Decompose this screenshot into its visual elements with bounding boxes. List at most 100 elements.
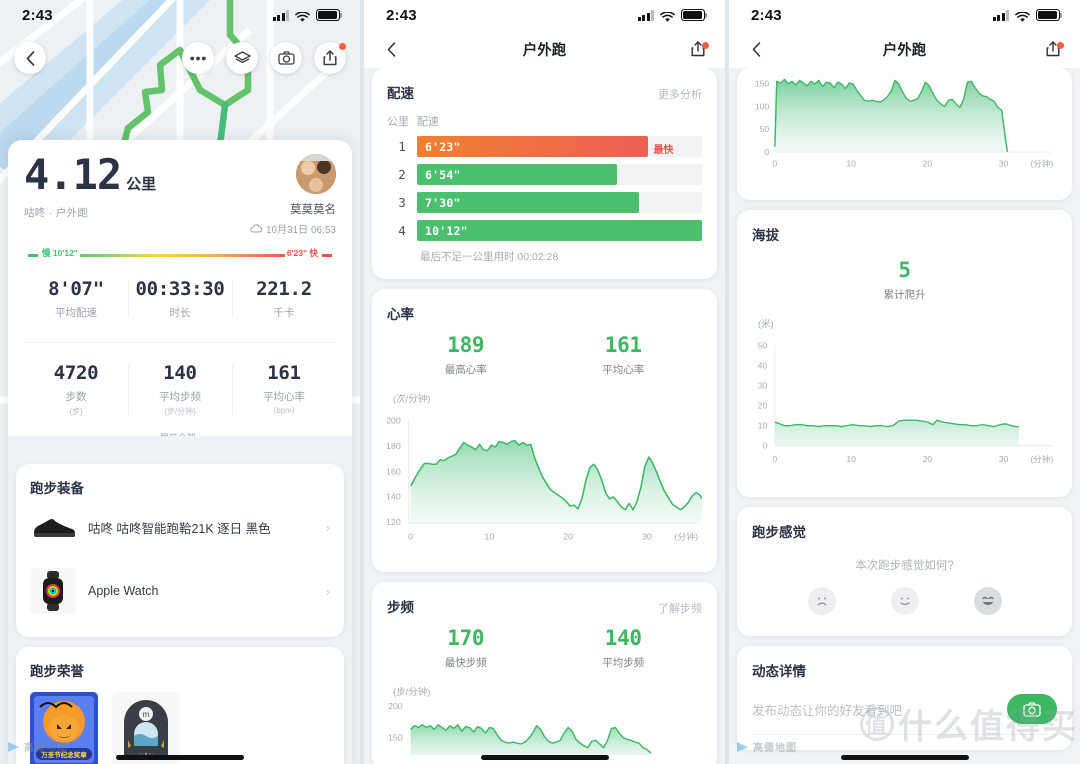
svg-text:20: 20 bbox=[923, 454, 933, 464]
pace-bar-fill: 6'54" bbox=[417, 164, 617, 185]
post-input-row[interactable]: 发布动态让你的好友看到吧 bbox=[752, 694, 1057, 735]
run-source: 咕咚 · 户外跑 bbox=[24, 207, 89, 219]
cadence-card-title: 步频 bbox=[387, 600, 414, 615]
svg-text:10: 10 bbox=[846, 454, 856, 464]
cadence-chart-svg-full: 150 100 50 0 0 10 20 30 (分钟) bbox=[755, 78, 1053, 169]
pace-row: 1 6'23" 最快 bbox=[387, 136, 702, 157]
svg-text:20: 20 bbox=[563, 532, 573, 542]
svg-text:20: 20 bbox=[923, 159, 933, 169]
svg-text:0: 0 bbox=[772, 159, 777, 169]
altitude-y-unit: (米) bbox=[758, 319, 774, 330]
cellular-signal-icon bbox=[637, 9, 654, 21]
camera-button[interactable] bbox=[1007, 694, 1057, 724]
cadence-x-unit: (分钟) bbox=[1030, 159, 1053, 169]
altitude-chart-svg: 50 40 30 20 10 0 0 10 20 30 (分钟) bbox=[758, 341, 1054, 464]
hr-avg: 161 平均心率 bbox=[602, 333, 645, 376]
pace-bar-track: 10'12" bbox=[417, 220, 702, 241]
distance-block: 4.12 公里 bbox=[24, 154, 156, 196]
map-layers-icon[interactable] bbox=[226, 42, 258, 74]
status-time: 2:43 bbox=[386, 6, 417, 24]
share-button[interactable] bbox=[314, 42, 346, 74]
svg-text:50: 50 bbox=[758, 341, 768, 351]
pace-note: 最后不足一公里用时 00:02:28 bbox=[420, 251, 559, 263]
home-indicator[interactable] bbox=[116, 755, 244, 760]
svg-text:0: 0 bbox=[772, 454, 777, 464]
svg-text:160: 160 bbox=[387, 467, 401, 477]
chevron-right-icon: › bbox=[325, 519, 330, 535]
svg-text:(分钟): (分钟) bbox=[674, 532, 698, 542]
pace-card: 配速 更多分析 公里 配速 1 6'23" 最快 2 6'54" 3 7'30"… bbox=[372, 68, 717, 279]
share-button[interactable] bbox=[687, 41, 709, 57]
metrics-scroll-right[interactable]: 150 100 50 0 0 10 20 30 (分钟) 海拔 5 累计爬升 (… bbox=[729, 68, 1080, 764]
halloween-badge-icon[interactable]: 万圣节纪念奖章 bbox=[30, 692, 98, 764]
gear-item-watch[interactable]: Apple Watch › bbox=[30, 557, 330, 625]
gear-item-label: 咕咚 咕咚智能跑鞈21K 逐日 黑色 bbox=[88, 521, 271, 536]
svg-text:万圣节纪念奖章: 万圣节纪念奖章 bbox=[40, 750, 87, 759]
post-input-placeholder[interactable]: 发布动态让你的好友看到吧 bbox=[752, 700, 1007, 719]
pace-bar-fill: 10'12" bbox=[417, 220, 702, 241]
hr-chart: 200 180 160 140 120 0 10 20 30 (分钟) bbox=[387, 407, 702, 557]
back-button[interactable] bbox=[14, 42, 46, 74]
pace-slow-label: 慢 10'12" bbox=[40, 247, 80, 259]
stat-steps: 4720 步数 (步) bbox=[53, 362, 99, 416]
back-button[interactable] bbox=[380, 41, 402, 57]
stat-avg-hr: 161 平均心率 (bpm) bbox=[232, 356, 336, 429]
back-button[interactable] bbox=[745, 41, 767, 57]
nav-bar-mid: 户外跑 bbox=[364, 30, 725, 68]
cellular-signal-icon bbox=[992, 9, 1009, 21]
svg-text:0: 0 bbox=[762, 441, 767, 451]
svg-text:m: m bbox=[143, 710, 150, 719]
stat-calories: 221.2 千卡 bbox=[232, 272, 336, 332]
home-indicator[interactable] bbox=[840, 755, 969, 760]
svg-text:10: 10 bbox=[484, 532, 494, 542]
pace-gradient bbox=[60, 254, 294, 257]
sad-face-icon[interactable] bbox=[807, 587, 836, 615]
hr-chart-svg: 200 180 160 140 120 0 10 20 30 (分钟) bbox=[387, 416, 702, 542]
screenshot-root: 学 球 2:43 bbox=[0, 0, 1080, 764]
svg-text:30: 30 bbox=[642, 532, 652, 542]
chevron-right-icon: › bbox=[325, 583, 330, 599]
panel-map-summary: 学 球 2:43 bbox=[0, 0, 360, 764]
fastest-tag: 最快 bbox=[653, 145, 674, 156]
battery-icon bbox=[316, 9, 343, 21]
svg-text:30: 30 bbox=[999, 159, 1009, 169]
status-time: 2:43 bbox=[22, 6, 53, 24]
svg-text:10: 10 bbox=[846, 159, 856, 169]
status-bar-mid: 2:43 bbox=[364, 0, 725, 30]
battery-icon bbox=[681, 9, 708, 21]
pace-range-bar: 慢 10'12" 6'23" 快 bbox=[26, 247, 334, 263]
neutral-face-icon[interactable] bbox=[890, 587, 919, 615]
stat-avg-cadence: 140 平均步频 (步/分钟) bbox=[128, 356, 232, 429]
more-analysis-link[interactable]: 更多分析 bbox=[658, 86, 702, 102]
metrics-scroll-mid[interactable]: 配速 更多分析 公里 配速 1 6'23" 最快 2 6'54" 3 7'30"… bbox=[364, 68, 725, 764]
share-notification-dot bbox=[339, 43, 346, 50]
home-indicator[interactable] bbox=[480, 755, 609, 760]
altitude-x-unit: (分钟) bbox=[1030, 454, 1053, 464]
cadence-chart-full: 150 100 50 0 0 10 20 30 (分钟) bbox=[752, 74, 1057, 192]
user-block[interactable]: 莫莫莫名 10月31日 06:53 bbox=[250, 154, 336, 236]
running-shoe-icon bbox=[30, 508, 76, 546]
feeling-question: 本次跑步感觉如何? bbox=[855, 560, 954, 572]
gear-item-shoe[interactable]: 咕咚 咕咚智能跑鞈21K 逐日 黑色 › bbox=[30, 497, 330, 557]
status-bar-left: 2:43 bbox=[0, 0, 360, 30]
svg-text:20: 20 bbox=[758, 401, 768, 411]
avatar[interactable] bbox=[296, 154, 336, 194]
svg-text:200: 200 bbox=[388, 701, 403, 711]
share-notification-dot bbox=[1057, 42, 1064, 49]
honors-title: 跑步荣誉 bbox=[30, 664, 84, 679]
svg-text:140: 140 bbox=[387, 492, 401, 502]
altitude-card-title: 海拔 bbox=[752, 228, 779, 243]
happy-face-icon[interactable] bbox=[973, 587, 1002, 615]
cloud-icon bbox=[250, 224, 262, 233]
more-options-button[interactable] bbox=[182, 42, 214, 74]
nav-bar-right: 户外跑 bbox=[729, 30, 1080, 68]
learn-cadence-link[interactable]: 了解步频 bbox=[658, 600, 702, 616]
wifi-icon bbox=[660, 10, 675, 22]
camera-icon[interactable] bbox=[270, 42, 302, 74]
share-button[interactable] bbox=[1042, 41, 1064, 57]
pace-row: 3 7'30" bbox=[387, 192, 702, 213]
svg-text:120: 120 bbox=[387, 518, 401, 528]
status-bar-right: 2:43 bbox=[729, 0, 1080, 30]
page-title: 户外跑 bbox=[882, 42, 927, 59]
scorpio-badge-icon[interactable]: m ‹ ‹ ★ › › bbox=[112, 692, 180, 764]
